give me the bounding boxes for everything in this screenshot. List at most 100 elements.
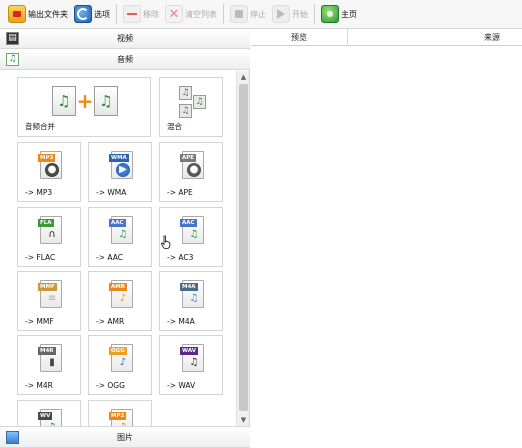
audio-file-icon: ♫	[52, 86, 76, 116]
tile-wv[interactable]: WV ♫	[17, 400, 81, 426]
options-button[interactable]: 选项	[74, 2, 110, 26]
tile-m4r-label: -> M4R	[25, 381, 53, 390]
options-label: 选项	[94, 9, 110, 19]
wma-file-icon: WMA ▶	[109, 151, 133, 179]
speaker-icon: ●	[45, 163, 59, 177]
clear-list-button[interactable]: ✕ 清空列表	[165, 2, 217, 26]
start-icon	[272, 5, 290, 23]
toolbar-divider	[116, 4, 117, 24]
m4a-badge: M4A	[180, 283, 198, 291]
tile-flac[interactable]: FLA ∩ -> FLAC	[17, 207, 81, 267]
ac3-badge: AAC	[180, 219, 197, 227]
audio-file-icon: ♫	[179, 104, 192, 118]
mp3-badge: MP3	[38, 154, 56, 162]
remove-icon	[123, 5, 141, 23]
tile-mp2[interactable]: MP2 ♫	[88, 400, 152, 426]
remove-button[interactable]: 移除	[123, 2, 159, 26]
tile-wav-label: -> WAV	[167, 381, 196, 390]
mix-icon: ♫ ♫ ♫	[177, 84, 207, 118]
tile-amr[interactable]: AMR ♪ -> AMR	[88, 271, 152, 331]
clear-icon: ✕	[165, 5, 183, 23]
tile-m4a[interactable]: M4A ♫ -> M4A	[159, 271, 223, 331]
options-icon	[74, 5, 92, 23]
wav-badge: WAV	[180, 347, 198, 355]
tile-flac-label: -> FLAC	[25, 253, 56, 262]
file-list-panel: 预览 来源	[251, 29, 522, 448]
ogg-file-icon: OGG ♪	[109, 344, 133, 372]
aac-file-icon: AAC ♫	[109, 216, 133, 244]
m4r-file-icon: M4R ▮	[38, 344, 62, 372]
ac3-file-icon: AAC ♫	[180, 216, 204, 244]
hand-cursor-icon	[161, 235, 171, 249]
tile-mp3[interactable]: MP3 ● -> MP3	[17, 142, 81, 202]
mix-label: 混合	[167, 122, 182, 131]
tile-ogg-label: -> OGG	[96, 381, 125, 390]
tile-mp3-label: -> MP3	[25, 188, 53, 197]
category-audio-label: 音频	[117, 55, 133, 64]
category-image-label: 图片	[117, 432, 133, 442]
home-button[interactable]: 主页	[321, 2, 357, 26]
plus-icon: +	[76, 89, 94, 113]
toolbar-divider	[314, 4, 315, 24]
audio-merge-icon: ♫ + ♫	[52, 85, 118, 117]
stop-button[interactable]: 停止	[230, 2, 266, 26]
tile-ogg[interactable]: OGG ♪ -> OGG	[88, 335, 152, 395]
audio-merge-label: 音频合并	[25, 122, 55, 131]
amr-file-icon: AMR ♪	[109, 280, 133, 308]
tile-wma[interactable]: WMA ▶ -> WMA	[88, 142, 152, 202]
remove-label: 移除	[143, 9, 159, 19]
wv-badge: WV	[38, 412, 53, 420]
column-source[interactable]: 来源	[348, 29, 522, 45]
wv-file-icon: WV ♫	[38, 409, 62, 426]
scroll-up-icon[interactable]: ▲	[237, 71, 250, 83]
flac-file-icon: FLA ∩	[38, 216, 62, 244]
ape-badge: APE	[180, 154, 197, 162]
mp3-file-icon: MP3 ●	[38, 151, 62, 179]
music-note-icon: ♪	[119, 293, 127, 304]
stop-icon	[230, 5, 248, 23]
start-label: 开始	[292, 9, 308, 19]
mp2-file-icon: MP2 ♫	[109, 409, 133, 426]
category-image[interactable]: 图片	[0, 426, 250, 448]
toolbar-divider	[223, 4, 224, 24]
category-audio[interactable]: ♫ 音频	[0, 50, 250, 70]
audio-file-icon: ♫	[93, 86, 118, 116]
m4a-file-icon: M4A ♫	[180, 280, 204, 308]
music-note-icon: ♫	[189, 293, 199, 304]
mmf-badge: MMF	[38, 283, 57, 291]
column-preview[interactable]: 预览	[251, 29, 348, 45]
mmf-file-icon: MMF ≡	[38, 280, 62, 308]
home-icon	[321, 5, 339, 23]
music-note-icon: ♫	[6, 53, 19, 66]
audio-format-grid: ♫ + ♫ 音频合并 ♫ ♫ ♫ 混合 MP3 ● -> MP3 WMA ▶ -…	[0, 71, 236, 426]
file-list-header: 预览 来源	[251, 29, 522, 46]
vertical-scrollbar[interactable]: ▲ ▼	[236, 71, 249, 426]
scroll-down-icon[interactable]: ▼	[237, 414, 250, 426]
film-icon: ▤	[6, 32, 19, 45]
music-note-icon: ♪	[119, 357, 127, 368]
music-note-icon: ♫	[189, 229, 199, 240]
picture-icon	[6, 430, 19, 444]
category-panel: ▤ 视频 ♫ 音频 ♫ + ♫ 音频合并 ♫ ♫ ♫ 混合 MP3 ● -> M…	[0, 29, 250, 448]
tile-aac[interactable]: AAC ♫ -> AAC	[88, 207, 152, 267]
aac-badge: AAC	[109, 219, 126, 227]
tile-ac3-label: -> AC3	[167, 253, 194, 262]
start-button[interactable]: 开始	[272, 2, 308, 26]
m4r-badge: M4R	[38, 347, 56, 355]
tile-wav[interactable]: WAV ♫ -> WAV	[159, 335, 223, 395]
output-folder-label: 输出文件夹	[28, 9, 68, 19]
audio-merge-tile[interactable]: ♫ + ♫ 音频合并	[17, 77, 151, 137]
ogg-badge: OGG	[109, 347, 127, 355]
headphones-icon: ∩	[48, 229, 56, 240]
scroll-thumb[interactable]	[239, 84, 248, 411]
folder-icon	[8, 5, 26, 23]
speaker-icon: ●	[187, 163, 201, 177]
audio-file-icon: ♫	[193, 95, 206, 109]
tile-mmf[interactable]: MMF ≡ -> MMF	[17, 271, 81, 331]
column-source-label: 来源	[484, 32, 500, 42]
mix-tile[interactable]: ♫ ♫ ♫ 混合	[159, 77, 223, 137]
category-video[interactable]: ▤ 视频	[0, 29, 250, 49]
output-folder-button[interactable]: 输出文件夹	[8, 2, 68, 26]
tile-m4r[interactable]: M4R ▮ -> M4R	[17, 335, 81, 395]
tile-ape[interactable]: APE ● -> APE	[159, 142, 223, 202]
